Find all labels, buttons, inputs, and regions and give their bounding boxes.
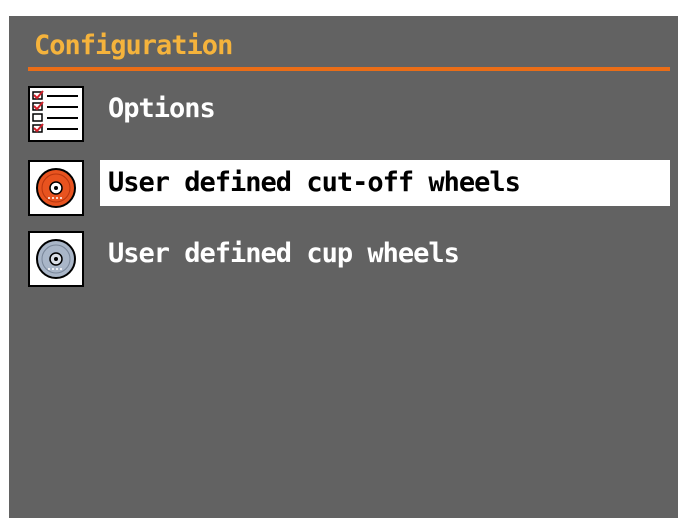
title-divider [28, 67, 670, 71]
cut-off-wheel-icon [28, 160, 84, 216]
menu-item-label: User defined cup wheels [108, 238, 460, 269]
checklist-icon [28, 86, 84, 142]
cup-wheel-icon [28, 231, 84, 287]
menu-item-cup-wheels[interactable]: User defined cup wheels [28, 231, 670, 287]
menu-item-label: User defined cut-off wheels [100, 160, 670, 206]
menu-item-options[interactable]: Options [28, 86, 670, 142]
menu-item-label: Options [108, 93, 216, 124]
page-title: Configuration [34, 30, 233, 61]
menu-item-cut-off-wheels[interactable]: User defined cut-off wheels [28, 160, 670, 216]
